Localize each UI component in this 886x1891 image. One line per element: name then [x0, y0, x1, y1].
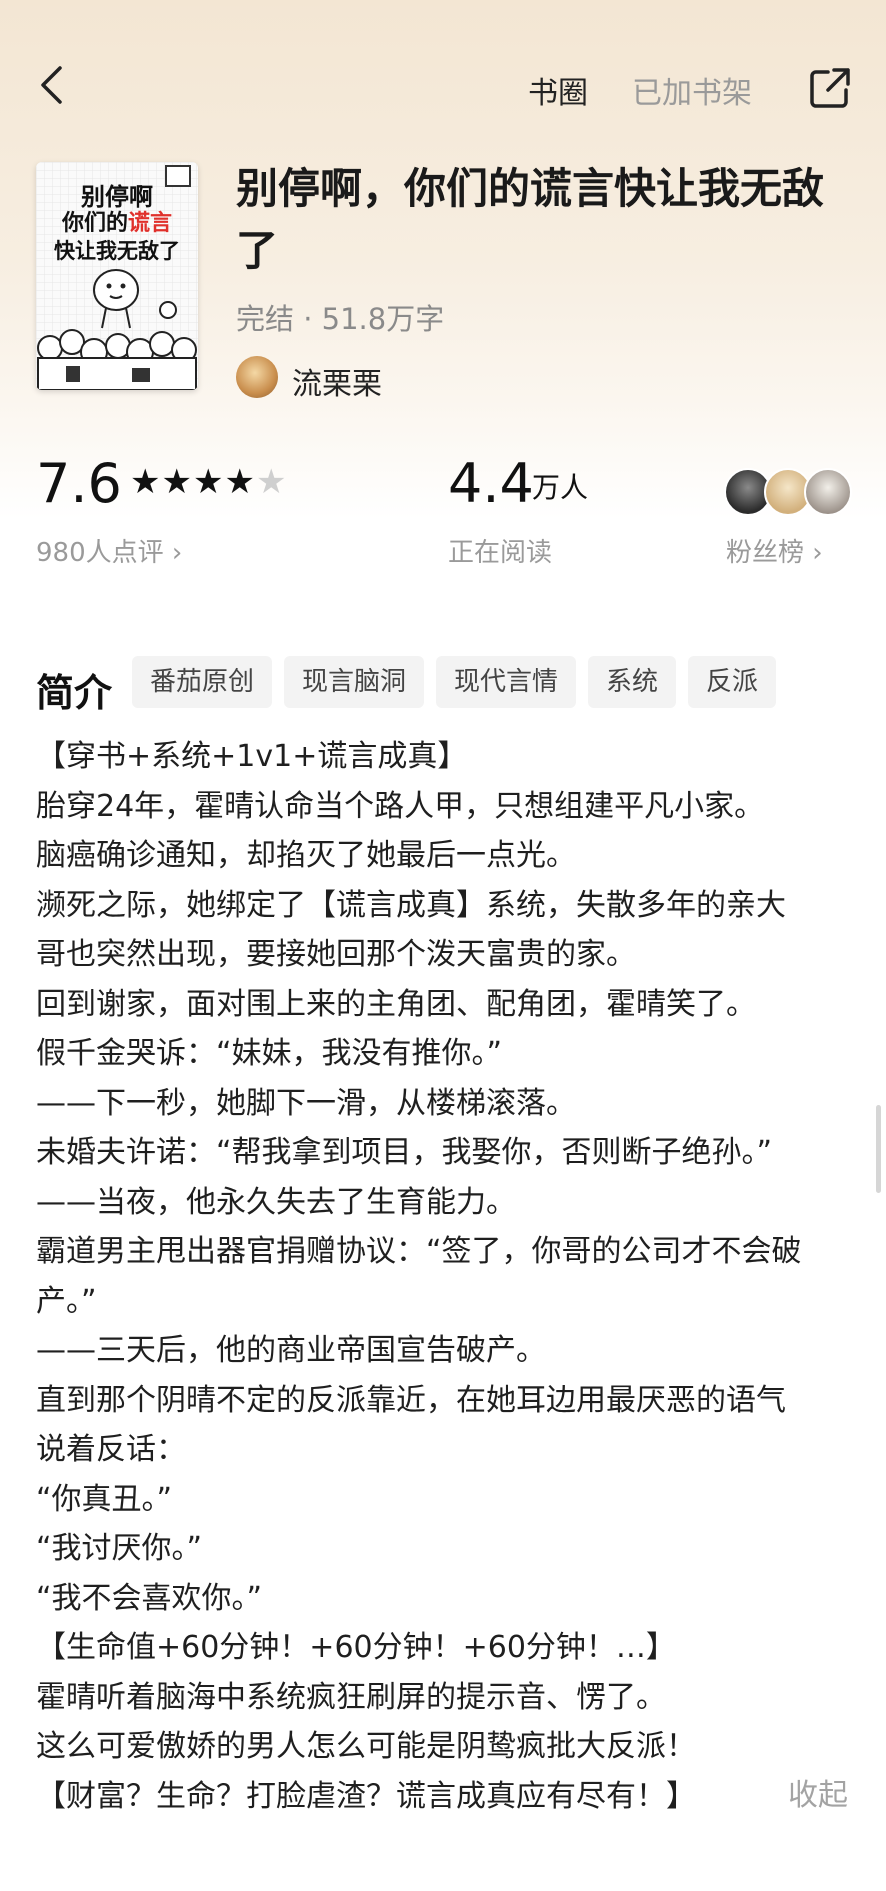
back-arrow-icon[interactable]	[30, 62, 76, 108]
synopsis-line: “我不会喜欢你。”	[36, 1580, 263, 1616]
scrollbar[interactable]	[876, 1105, 881, 1193]
synopsis-line: “我讨厌你。”	[36, 1531, 203, 1566]
tag-chip[interactable]: 现代言情	[436, 656, 577, 708]
synopsis-line: 霍晴听着脑海中系统疯狂刷屏的提示音、愣了。	[36, 1679, 666, 1715]
synopsis-line: 哥也突然出现，要接她回那个泼天富贵的家。	[36, 937, 636, 972]
synopsis-line: 产。”	[36, 1283, 97, 1319]
book-cover[interactable]: 别停啊 你们的谎言 快让我无敌了	[36, 162, 198, 390]
top-bar: 书圈 已加书架	[0, 40, 886, 130]
synopsis-line: “你真丑。”	[36, 1481, 173, 1517]
synopsis-line: 【穿书+系统+1v1+谎言成真】	[36, 739, 468, 774]
author-avatar[interactable]	[236, 356, 278, 398]
tag-chip[interactable]: 系统	[588, 656, 677, 708]
star-icon: ★	[192, 462, 225, 502]
cover-title-line1: 别停啊	[81, 183, 153, 211]
book-circle-link[interactable]: 书圈	[528, 68, 588, 112]
collapse-button[interactable]: 收起	[788, 1770, 848, 1814]
readers-label: 正在阅读	[448, 538, 553, 568]
cover-title-line2: 你们的谎言	[61, 211, 173, 236]
star-icon: ★	[130, 462, 162, 502]
author-name[interactable]: 流栗栗	[292, 359, 382, 403]
synopsis-line: 【生命值+60分钟！+60分钟！+60分钟！…】	[36, 1630, 676, 1665]
synopsis-line: 未婚夫许诺：“帮我拿到项目，我娶你，否则断子绝孙。”	[36, 1135, 773, 1170]
synopsis-line: ——下一秒，她脚下一滑，从楼梯滚落。	[36, 1085, 576, 1121]
synopsis-line: 濒死之际，她绑定了【谎言成真】系统，失散多年的亲大	[36, 887, 786, 923]
tag-chip[interactable]: 现言脑洞	[284, 656, 425, 708]
synopsis-line: 霸道男主甩出器官捐赠协议：“签了，你哥的公司才不会破	[36, 1234, 802, 1269]
readers-unit: 万人	[532, 471, 589, 504]
fans-ranking-link[interactable]: 粉丝榜 ›	[726, 532, 823, 569]
synopsis-line: 这么可爱傲娇的男人怎么可能是阴鸷疯批大反派！	[36, 1729, 696, 1764]
synopsis-line: 假千金哭诉：“妹妹，我没有推你。”	[36, 1036, 503, 1071]
cover-title-line3: 快让我无敌了	[54, 239, 180, 263]
synopsis-line: 脑癌确诊通知，却掐灭了她最后一点光。	[36, 838, 576, 873]
tag-chip[interactable]: 反派	[688, 656, 777, 708]
star-icon: ★	[161, 462, 193, 502]
synopsis-line: 说着反话：	[36, 1432, 186, 1467]
synopsis-line: ——当夜，他永久失去了生育能力。	[36, 1184, 516, 1220]
added-to-bookshelf-button[interactable]: 已加书架	[632, 68, 752, 112]
rating-stars: ★★★★★	[130, 462, 287, 502]
fan-avatar[interactable]	[804, 468, 852, 516]
synopsis-line: 胎穿24年，霍晴认命当个路人甲，只想组建平凡小家。	[36, 788, 765, 824]
synopsis-line: 直到那个阴晴不定的反派靠近，在她耳边用最厌恶的语气	[36, 1382, 786, 1418]
readers-count: 4.4	[448, 452, 534, 515]
synopsis-line: 回到谢家，面对围上来的主角团、配角团，霍晴笑了。	[36, 986, 756, 1022]
tag-chip[interactable]: 番茄原创	[132, 656, 273, 708]
book-status-wordcount: 完结 · 51.8万字	[236, 302, 445, 336]
intro-heading: 简介	[36, 671, 113, 715]
share-icon[interactable]	[808, 66, 852, 110]
synopsis-line: 【财富？生命？打脸虐渣？谎言成真应有尽有！】	[36, 1778, 696, 1814]
star-empty-icon: ★	[255, 462, 288, 502]
reviews-link[interactable]: 980人点评 ›	[36, 532, 182, 569]
rating-score: 7.6	[36, 452, 122, 515]
synopsis-text: 【穿书+系统+1v1+谎言成真】 胎穿24年，霍晴认命当个路人甲，只想组建平凡小…	[36, 732, 862, 1821]
book-title: 别停啊，你们的谎言快让我无敌了	[236, 164, 825, 275]
synopsis-line: ——三天后，他的商业帝国宣告破产。	[36, 1333, 546, 1368]
star-icon: ★	[224, 462, 256, 502]
